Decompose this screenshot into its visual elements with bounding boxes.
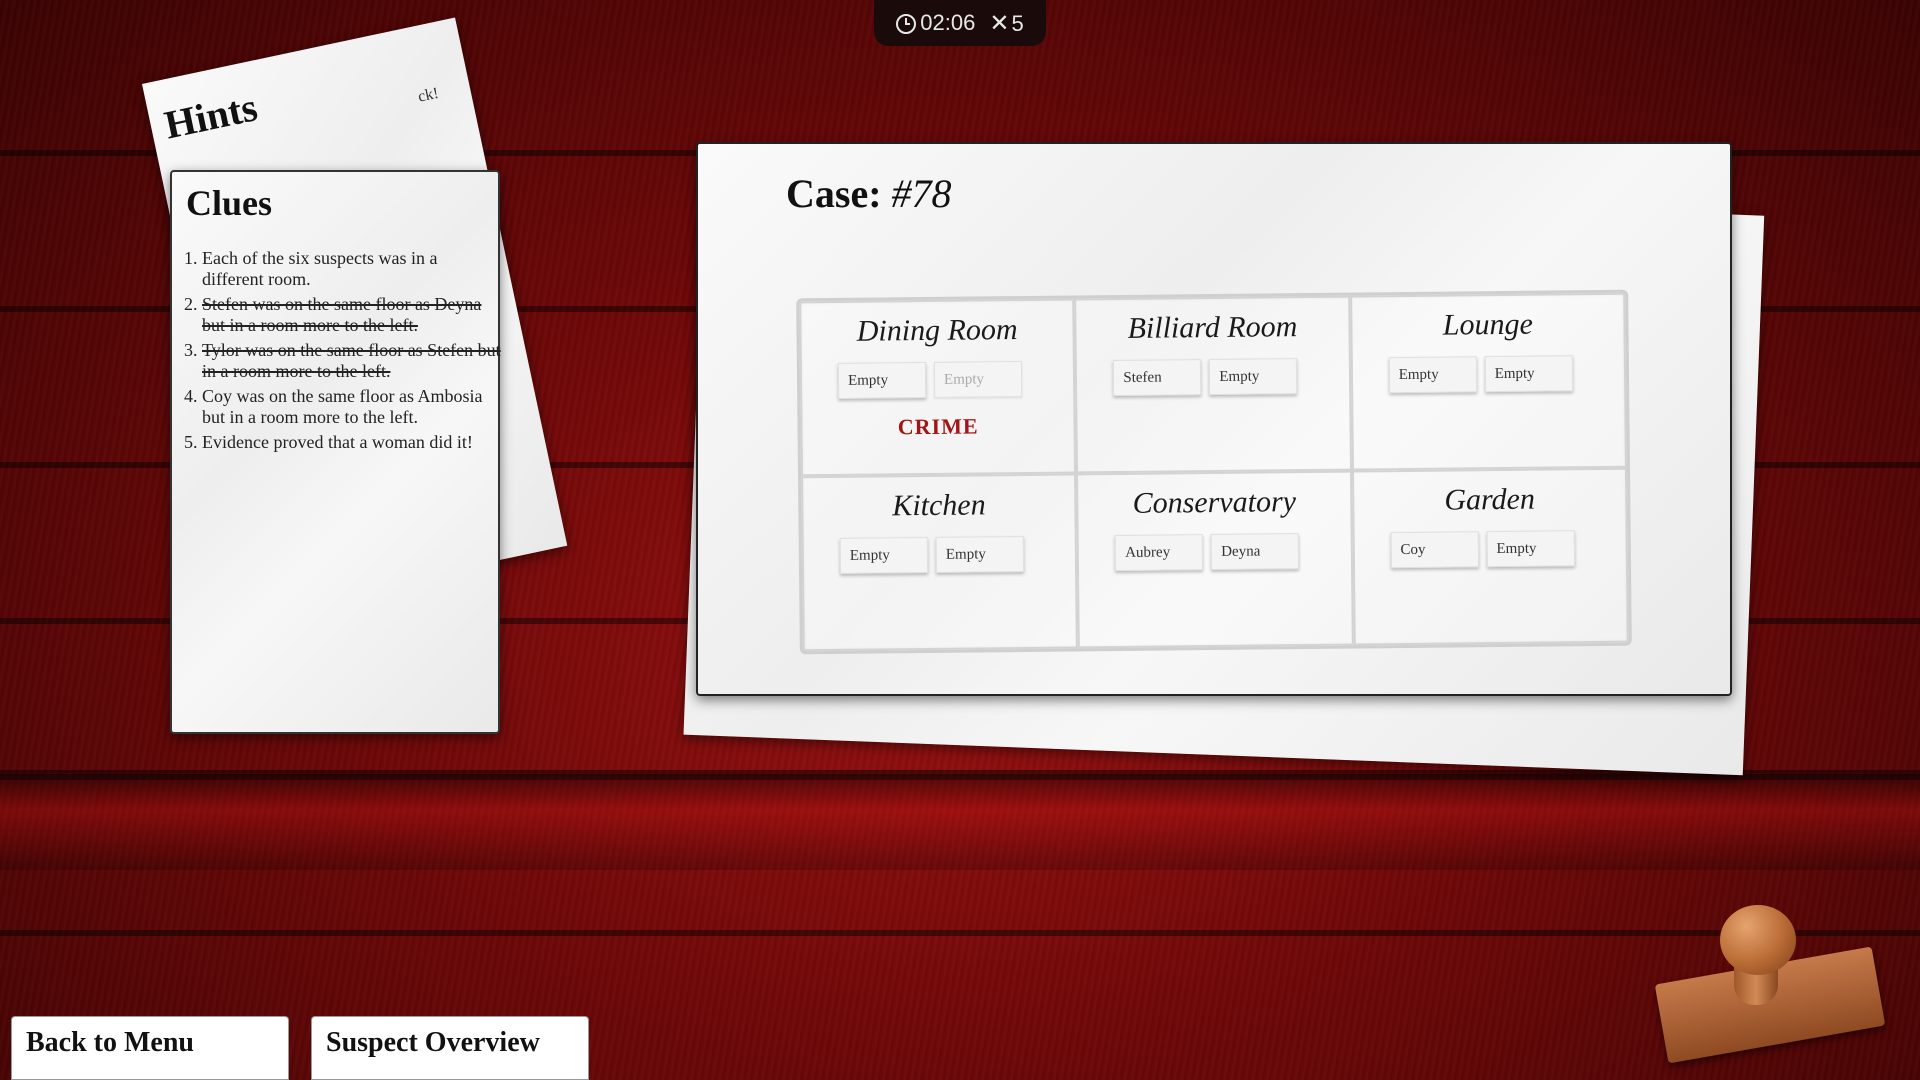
- room-name: Lounge: [1442, 307, 1533, 342]
- case-number: #78: [891, 171, 952, 216]
- table-plank-highlight: [0, 770, 1920, 870]
- room-garden: Garden Coy Empty: [1351, 467, 1629, 646]
- suspect-slot[interactable]: Empty: [1484, 355, 1573, 393]
- room-slots: Stefen Empty: [1113, 358, 1298, 397]
- timer-bar: 02:06 ✕5: [874, 0, 1046, 46]
- crime-marker: CRIME: [897, 413, 979, 440]
- mistakes-value: 5: [1011, 10, 1024, 36]
- suspect-slot[interactable]: Empty: [839, 537, 929, 574]
- clues-card: Clues Each of the six suspects was in a …: [170, 170, 502, 734]
- case-label: Case:: [786, 171, 892, 216]
- clock-icon: 02:06: [896, 10, 975, 36]
- room-name: Dining Room: [856, 313, 1018, 348]
- clue-item[interactable]: Tylor was on the same floor as Stefen bu…: [202, 340, 502, 382]
- room-conservatory: Conservatory Aubrey Deyna: [1076, 470, 1354, 649]
- room-name: Billiard Room: [1127, 310, 1298, 345]
- room-slots: Coy Empty: [1390, 530, 1575, 569]
- suspect-slot[interactable]: Deyna: [1210, 533, 1300, 571]
- case-title: Case: #78: [786, 170, 952, 217]
- clue-item[interactable]: Evidence proved that a woman did it!: [202, 432, 502, 453]
- room-slots: Empty Empty: [837, 361, 1023, 399]
- stamp-knob: [1720, 905, 1796, 975]
- suspect-slot[interactable]: Empty: [1486, 530, 1575, 568]
- suspect-slot[interactable]: Empty: [1209, 358, 1298, 396]
- case-board: Case: #78 Dining Room Empty Empty CRIME Bill…: [696, 142, 1732, 696]
- suspect-slot[interactable]: Empty: [933, 361, 1023, 398]
- timer-value: 02:06: [920, 10, 976, 35]
- room-dining-room: Dining Room Empty Empty CRIME: [799, 298, 1077, 477]
- suspect-slot[interactable]: Stefen: [1113, 359, 1202, 397]
- room-name: Kitchen: [892, 488, 986, 523]
- suspect-slot[interactable]: Empty: [837, 362, 927, 399]
- cross-icon: ✕: [989, 9, 1010, 37]
- mistakes-counter: ✕5: [989, 9, 1023, 38]
- room-slots: Aubrey Deyna: [1114, 533, 1300, 572]
- suspect-slot[interactable]: Empty: [1388, 356, 1477, 394]
- hints-peek-text: ck!: [416, 84, 441, 106]
- clue-item[interactable]: Each of the six suspects was in a differ…: [202, 248, 502, 290]
- stamp-icon[interactable]: [1650, 905, 1900, 1075]
- room-slots: Empty Empty: [1388, 355, 1573, 394]
- room-lounge: Lounge Empty Empty: [1349, 292, 1627, 471]
- clues-list: Each of the six suspects was in a differ…: [182, 248, 502, 457]
- room-name: Conservatory: [1132, 485, 1297, 520]
- suspect-slot[interactable]: Aubrey: [1114, 534, 1204, 572]
- clue-item[interactable]: Coy was on the same floor as Ambosia but…: [202, 386, 502, 428]
- room-kitchen: Kitchen Empty Empty: [801, 473, 1079, 652]
- clue-item[interactable]: Stefen was on the same floor as Deyna bu…: [202, 294, 502, 336]
- room-grid: Dining Room Empty Empty CRIME Billiard Room S…: [796, 289, 1632, 655]
- room-billiard-room: Billiard Room Stefen Empty: [1074, 295, 1352, 474]
- suspect-slot[interactable]: Empty: [935, 535, 1025, 573]
- suspect-slot[interactable]: Coy: [1390, 531, 1479, 569]
- suspect-overview-button[interactable]: Suspect Overview: [311, 1016, 589, 1080]
- room-name: Garden: [1444, 482, 1536, 517]
- clues-title: Clues: [186, 183, 273, 223]
- hints-title: Hints: [160, 84, 262, 148]
- back-to-menu-button[interactable]: Back to Menu: [11, 1016, 289, 1080]
- room-slots: Empty Empty: [839, 535, 1025, 574]
